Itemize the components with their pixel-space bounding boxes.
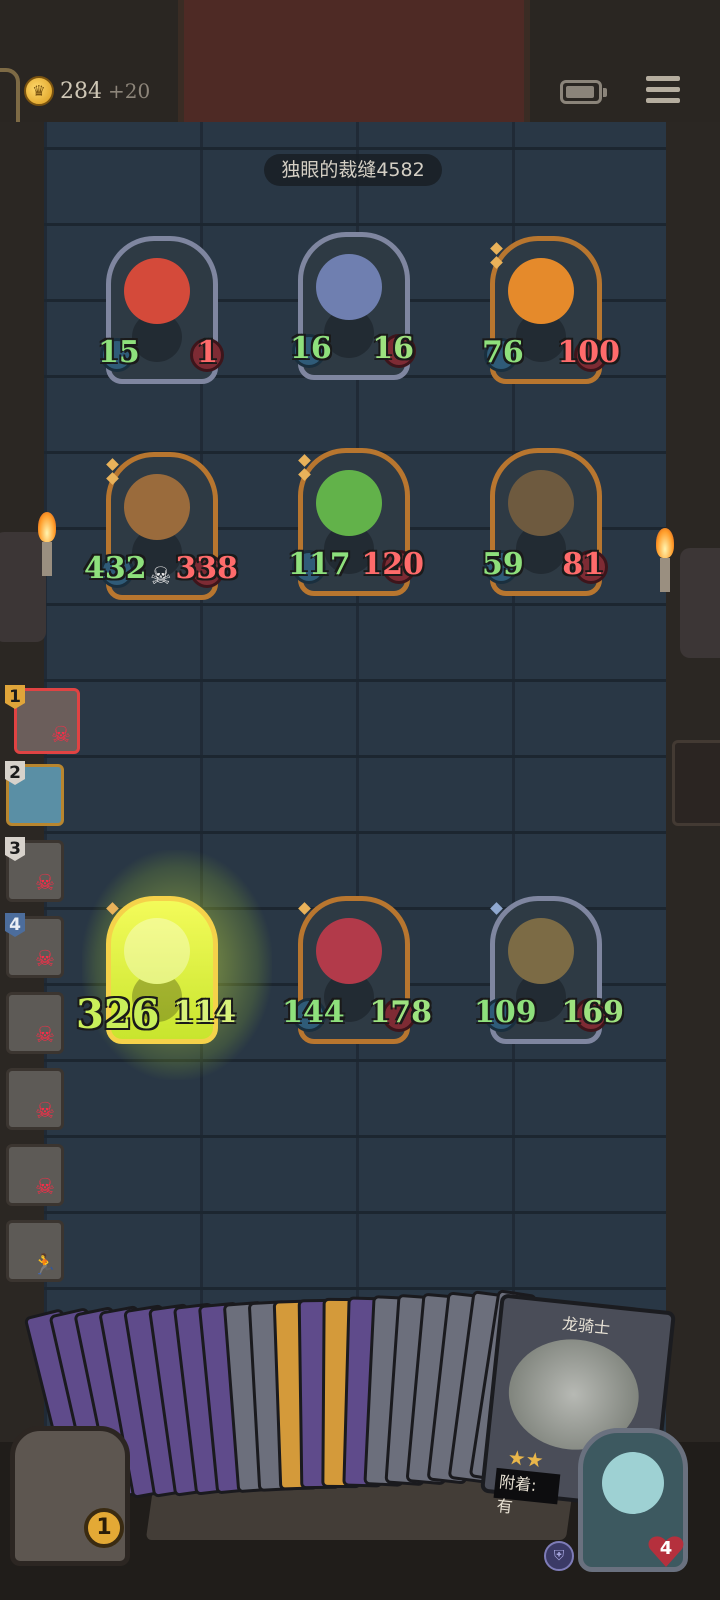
enemy-card-red-goblin[interactable]: 15 1 [98,236,224,384]
turn-order-item[interactable]: 2 [5,761,64,826]
clown-jester-portrait [316,918,382,984]
enemy-card-bear[interactable]: 432 ☠ 338 [84,452,238,600]
menu-icon[interactable] [646,76,680,106]
pumpkin-head-portrait [508,258,574,324]
featured-card-desc: 附着: 有 [493,1467,561,1517]
player-card-scarecrow-wizard[interactable]: 109 169 [474,896,624,1044]
card-health: 81 [562,547,604,582]
card-attack: 326 [76,991,160,1038]
card-health: 114 [173,995,236,1030]
right-torch-icon [656,528,676,592]
turn-number: 3 [5,837,25,861]
turn-order-item[interactable]: ☠ [6,992,64,1054]
turn-order-item[interactable]: 1 ☠ [5,685,80,754]
fleeing-icon: 🏃 [32,1252,57,1276]
card-attack: 117 [288,547,351,582]
card-attack: 15 [98,335,140,370]
knight-portrait [124,918,190,984]
player-card-knight[interactable]: 326 114 [76,896,236,1044]
crown-coin-icon: ♛ [24,76,54,106]
enemy-card-leaf-sprout[interactable]: 117 120 [288,448,424,596]
bear-portrait [124,474,190,540]
featured-card-title: 龙骑士 [561,1313,611,1338]
card-attack: 109 [474,995,537,1030]
card-attack: 144 [282,995,345,1030]
leaf-sprout-portrait [316,470,382,536]
goblin-witch-portrait [508,470,574,536]
top-door [178,0,530,122]
card-attack: 432 [84,551,147,586]
chest-count-badge: 1 [84,1508,124,1548]
turn-number: 2 [5,761,25,785]
skull-crossbones-icon: ☠ [35,947,55,972]
left-torch-icon [38,512,58,576]
player-card-clown-jester[interactable]: 144 178 [282,896,432,1044]
elf-sorceress-portrait [316,254,382,320]
skull-crossbones-icon: ☠ [51,723,71,748]
enemy-card-elf-sorceress[interactable]: 16 16 [290,232,416,380]
turn-order-item[interactable]: ☠ [6,1068,64,1130]
skull-icon: ☠ [150,562,172,590]
turn-order-item[interactable]: 🏃 [6,1220,64,1282]
turn-order-item[interactable]: 4 ☠ [5,913,64,978]
gold-display: ♛ 284 +20 [24,76,150,106]
top-bar: ♛ 284 +20 [0,0,720,186]
turn-order-item[interactable]: ☠ [6,1144,64,1206]
card-health: 169 [561,995,624,1030]
turn-order-item[interactable]: 3 ☠ [5,837,64,902]
star-rating-icon: ★★ [506,1445,545,1473]
right-sconce [680,548,720,658]
skull-crossbones-icon: ☠ [35,1023,55,1048]
skull-crossbones-icon: ☠ [35,1099,55,1124]
card-health: 1 [197,335,218,370]
battery-icon [560,80,607,104]
gold-bonus: +20 [108,79,151,103]
enemy-name: 独眼的裁缝4582 [264,154,442,186]
red-goblin-portrait [124,258,190,324]
turn-number: 4 [5,913,25,937]
enemy-card-goblin-witch[interactable]: 59 81 [482,448,608,596]
hero-portrait [602,1452,664,1514]
card-health: 120 [361,547,424,582]
skull-crossbones-icon: ☠ [35,871,55,896]
card-health: 178 [369,995,432,1030]
card-health: 100 [557,335,620,370]
card-attack: 76 [482,335,524,370]
scarecrow-wizard-portrait [508,918,574,984]
card-attack: 16 [290,331,332,366]
right-door-handle [672,740,720,826]
shield-icon[interactable]: ⛨ [544,1541,574,1571]
card-health: 16 [372,331,414,366]
enemy-card-pumpkin-head[interactable]: 76 100 [482,236,620,384]
card-health: 338 [175,551,238,586]
card-attack: 59 [482,547,524,582]
skull-crossbones-icon: ☠ [35,1175,55,1200]
gold-value: 284 [60,78,102,104]
